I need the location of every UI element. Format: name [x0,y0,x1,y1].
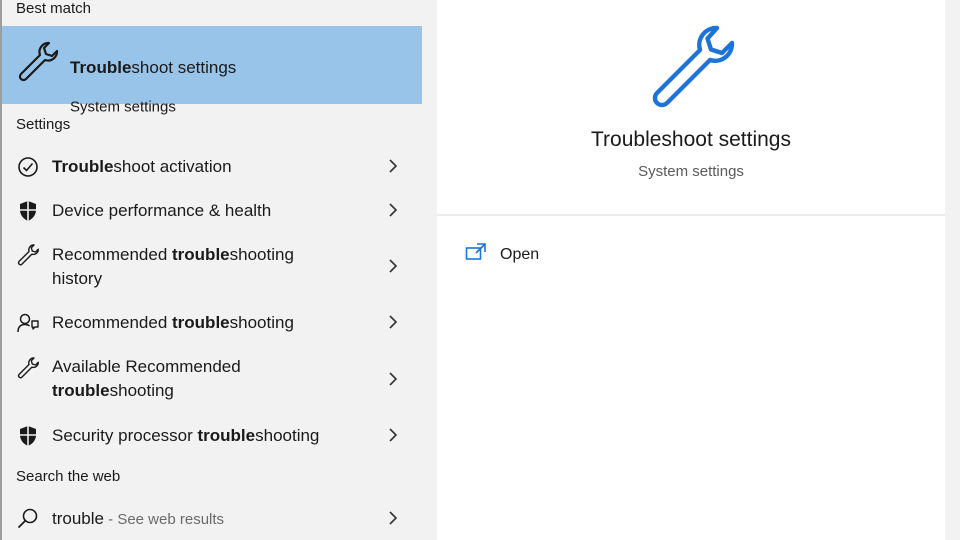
search-results-panel: Best match Troubleshoot settings System … [0,0,422,540]
chevron-right-icon [389,203,398,217]
settings-item-label: Device performance & health [52,201,272,220]
wrench-icon [17,357,39,379]
settings-item-available-recommended[interactable]: Available Recommended troubleshooting [2,355,422,405]
chevron-right-icon [389,372,398,386]
preview-header: Troubleshoot settings System settings [437,0,945,216]
best-match-item[interactable]: Troubleshoot settings System settings [2,26,422,116]
settings-item-security-processor[interactable]: Security processor troubleshooting [2,423,422,449]
check-circle-icon [18,157,38,177]
shield-icon [20,426,36,446]
wrench-icon [17,244,39,266]
settings-item-label: Recommended troubleshooting history [52,245,294,288]
best-match-title: Troubleshoot settings [70,58,237,77]
wrench-icon [652,25,735,108]
chevron-right-icon [389,511,398,525]
open-external-icon [465,243,486,260]
web-search-label: trouble - See web results [52,509,225,528]
best-match-subtitle: System settings [70,98,176,116]
chevron-right-icon [389,159,398,173]
preview-subtitle: System settings [638,163,744,180]
settings-item-recommended-history[interactable]: Recommended troubleshooting history [2,242,422,292]
open-button[interactable]: Open [465,242,605,268]
search-icon [18,508,38,528]
best-match-header: Best match [16,0,92,17]
chevron-right-icon [389,315,398,329]
settings-item-troubleshoot-activation[interactable]: Troubleshoot activation [2,154,422,180]
chevron-right-icon [389,428,398,442]
settings-item-label: Security processor troubleshooting [52,426,320,445]
open-label: Open [500,246,540,263]
settings-item-label: Recommended troubleshooting [52,313,294,332]
settings-item-label: Troubleshoot activation [52,157,232,176]
preview-panel: Troubleshoot settings System settings Op… [437,0,945,540]
person-help-icon [17,313,39,333]
settings-header: Settings [16,116,71,133]
preview-title: Troubleshoot settings [590,128,791,151]
settings-item-device-performance[interactable]: Device performance & health [2,198,422,224]
settings-item-recommended-troubleshooting[interactable]: Recommended troubleshooting [2,310,422,336]
shield-icon [20,201,36,221]
web-search-item[interactable]: trouble - See web results [2,506,422,532]
wrench-icon [18,41,59,82]
web-header: Search the web [16,468,121,485]
chevron-right-icon [389,259,398,273]
settings-item-label: Available Recommended troubleshooting [52,357,241,400]
